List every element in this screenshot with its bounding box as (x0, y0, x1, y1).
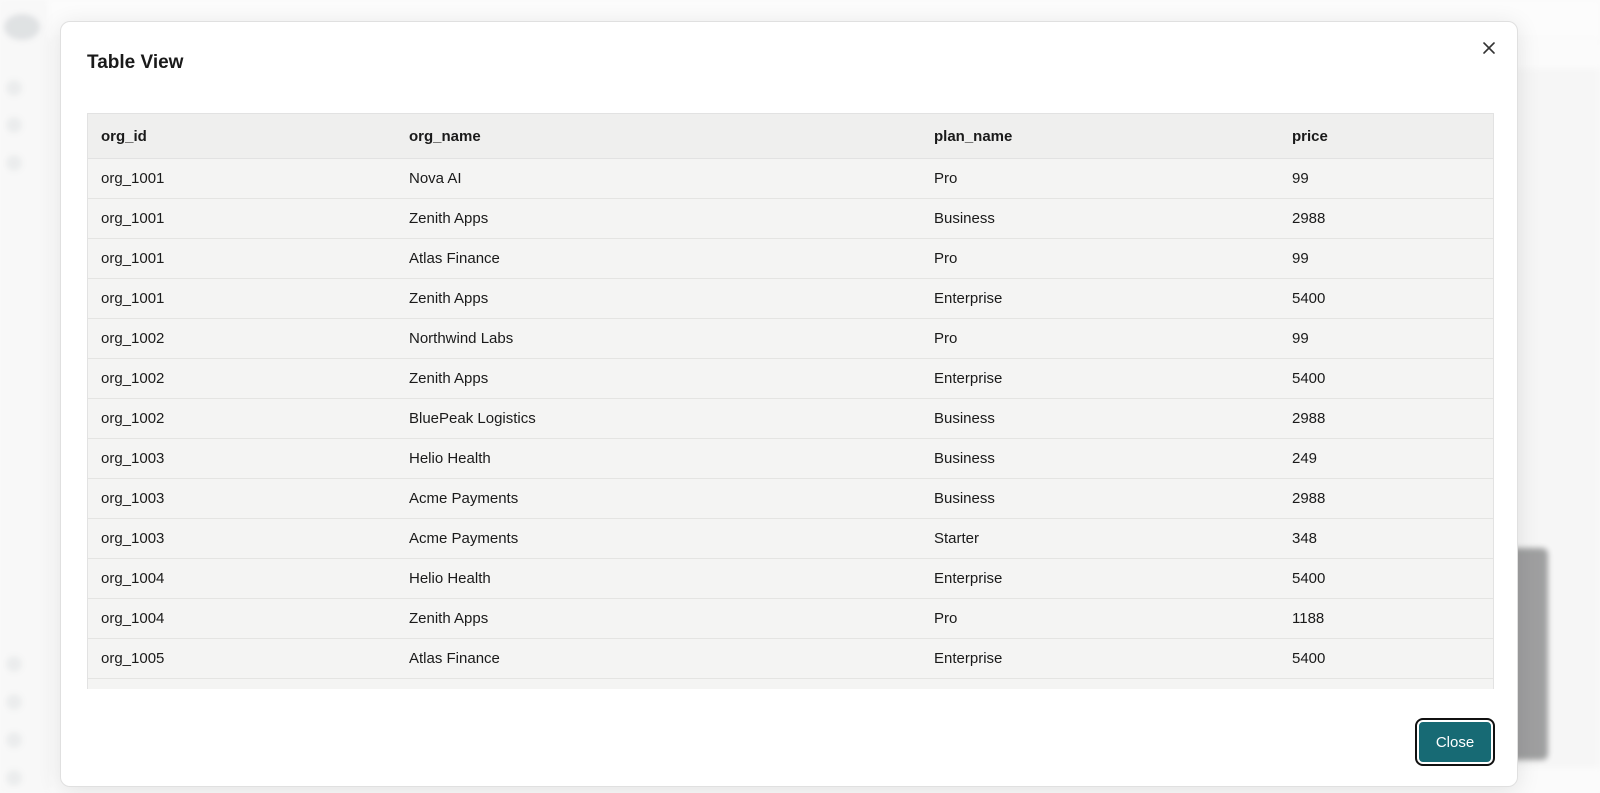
table-row: org_1003 Acme Payments Starter 348 (88, 518, 1493, 559)
table-view-modal: Table View org_id org_name plan_name price … (60, 21, 1518, 787)
table-cell-price: 5400 (1279, 358, 1493, 399)
table-cell-org-id: org_1005 (88, 638, 396, 679)
table-cell-plan-name: Pro (921, 598, 1279, 639)
table-cell-price: 2988 (1279, 198, 1493, 239)
table-cell-org-id: org_1001 (88, 158, 396, 199)
table-cell-org-name: Zenith Apps (396, 358, 921, 399)
table-cell-org-id: org_1004 (88, 558, 396, 599)
table-cell-plan-name: Enterprise (921, 358, 1279, 399)
table-cell-plan-name: Business (921, 438, 1279, 479)
table-cell-org-name: Zenith Apps (396, 198, 921, 239)
column-header-plan-name: plan_name (921, 114, 1279, 159)
column-header-price: price (1279, 114, 1493, 159)
table-cell-org-name: BluePeak Logistics (396, 398, 921, 439)
close-icon-button[interactable] (1479, 38, 1499, 58)
table-row: org_1004 Zenith Apps Pro 1188 (88, 598, 1493, 639)
table-cell-plan-name: Enterprise (921, 558, 1279, 599)
table-cell-org-id: org_1003 (88, 478, 396, 519)
table-cell-price: 99 (1279, 238, 1493, 279)
table-cell-org-id: org_1003 (88, 438, 396, 479)
table-cell-price: 249 (1279, 438, 1493, 479)
modal-title: Table View (87, 52, 184, 73)
column-header-org-id: org_id (88, 114, 396, 159)
table-cell-org-id: org_1001 (88, 238, 396, 279)
table-body: org_1001 Nova AI Pro 99 org_1001 Zenith Apps B… (88, 158, 1493, 679)
table-cell-org-id: org_1001 (88, 278, 396, 319)
table-header-row: org_id org_name plan_name price (88, 114, 1493, 159)
table-cell-plan-name: Business (921, 198, 1279, 239)
table-row: org_1001 Zenith Apps Enterprise 5400 (88, 278, 1493, 319)
table-cell-org-id: org_1001 (88, 198, 396, 239)
table-cell-org-id: org_1002 (88, 398, 396, 439)
close-button[interactable]: Close (1415, 718, 1495, 766)
table-cell-plan-name: Business (921, 398, 1279, 439)
table-cell-plan-name: Starter (921, 518, 1279, 559)
table-cell-price: 99 (1279, 158, 1493, 199)
table-row: org_1003 Helio Health Business 249 (88, 438, 1493, 479)
table-cell-price: 5400 (1279, 558, 1493, 599)
table-row: org_1001 Nova AI Pro 99 (88, 158, 1493, 199)
table-cell-price: 5400 (1279, 638, 1493, 679)
table-row: org_1004 Helio Health Enterprise 5400 (88, 558, 1493, 599)
table-cell-org-name: Acme Payments (396, 478, 921, 519)
table-cell-plan-name: Enterprise (921, 278, 1279, 319)
table-row: org_1001 Zenith Apps Business 2988 (88, 198, 1493, 239)
table-cell-org-id: org_1003 (88, 518, 396, 559)
table-cell-org-name: Helio Health (396, 558, 921, 599)
table-cell-price: 2988 (1279, 478, 1493, 519)
table-cell-price: 1188 (1279, 598, 1493, 639)
table-row: org_1003 Acme Payments Business 2988 (88, 478, 1493, 519)
table-row: org_1001 Atlas Finance Pro 99 (88, 238, 1493, 279)
table-cell-org-name: Helio Health (396, 438, 921, 479)
table-row: org_1002 Northwind Labs Pro 99 (88, 318, 1493, 359)
table-cell-org-name: Nova AI (396, 158, 921, 199)
table-cell-plan-name: Pro (921, 318, 1279, 359)
table-cell-org-id: org_1002 (88, 358, 396, 399)
table-row: org_1002 Zenith Apps Enterprise 5400 (88, 358, 1493, 399)
table-cell-plan-name: Pro (921, 238, 1279, 279)
table-cell-price: 5400 (1279, 278, 1493, 319)
table-cell-org-name: Zenith Apps (396, 278, 921, 319)
close-icon (1483, 42, 1495, 54)
table-cell-org-name: Northwind Labs (396, 318, 921, 359)
table-cell-plan-name: Enterprise (921, 638, 1279, 679)
table-cell-org-name: Atlas Finance (396, 638, 921, 679)
table-cell-price: 2988 (1279, 398, 1493, 439)
table-cell-org-name: Acme Payments (396, 518, 921, 559)
table-row: org_1005 Atlas Finance Enterprise 5400 (88, 638, 1493, 679)
table-cell-price: 99 (1279, 318, 1493, 359)
table-cell-plan-name: Pro (921, 158, 1279, 199)
table-cell-org-name: Zenith Apps (396, 598, 921, 639)
table-row: org_1002 BluePeak Logistics Business 2988 (88, 398, 1493, 439)
table-cell-org-name: Atlas Finance (396, 238, 921, 279)
table-header: org_id org_name plan_name price (88, 114, 1493, 159)
table-cell-org-id: org_1004 (88, 598, 396, 639)
table-cell-org-id: org_1002 (88, 318, 396, 359)
column-header-org-name: org_name (396, 114, 921, 159)
data-table: org_id org_name plan_name price org_1001 Nov… (88, 114, 1493, 679)
table-scroll-area[interactable]: org_id org_name plan_name price org_1001 Nov… (87, 113, 1494, 689)
table-cell-plan-name: Business (921, 478, 1279, 519)
table-cell-price: 348 (1279, 518, 1493, 559)
